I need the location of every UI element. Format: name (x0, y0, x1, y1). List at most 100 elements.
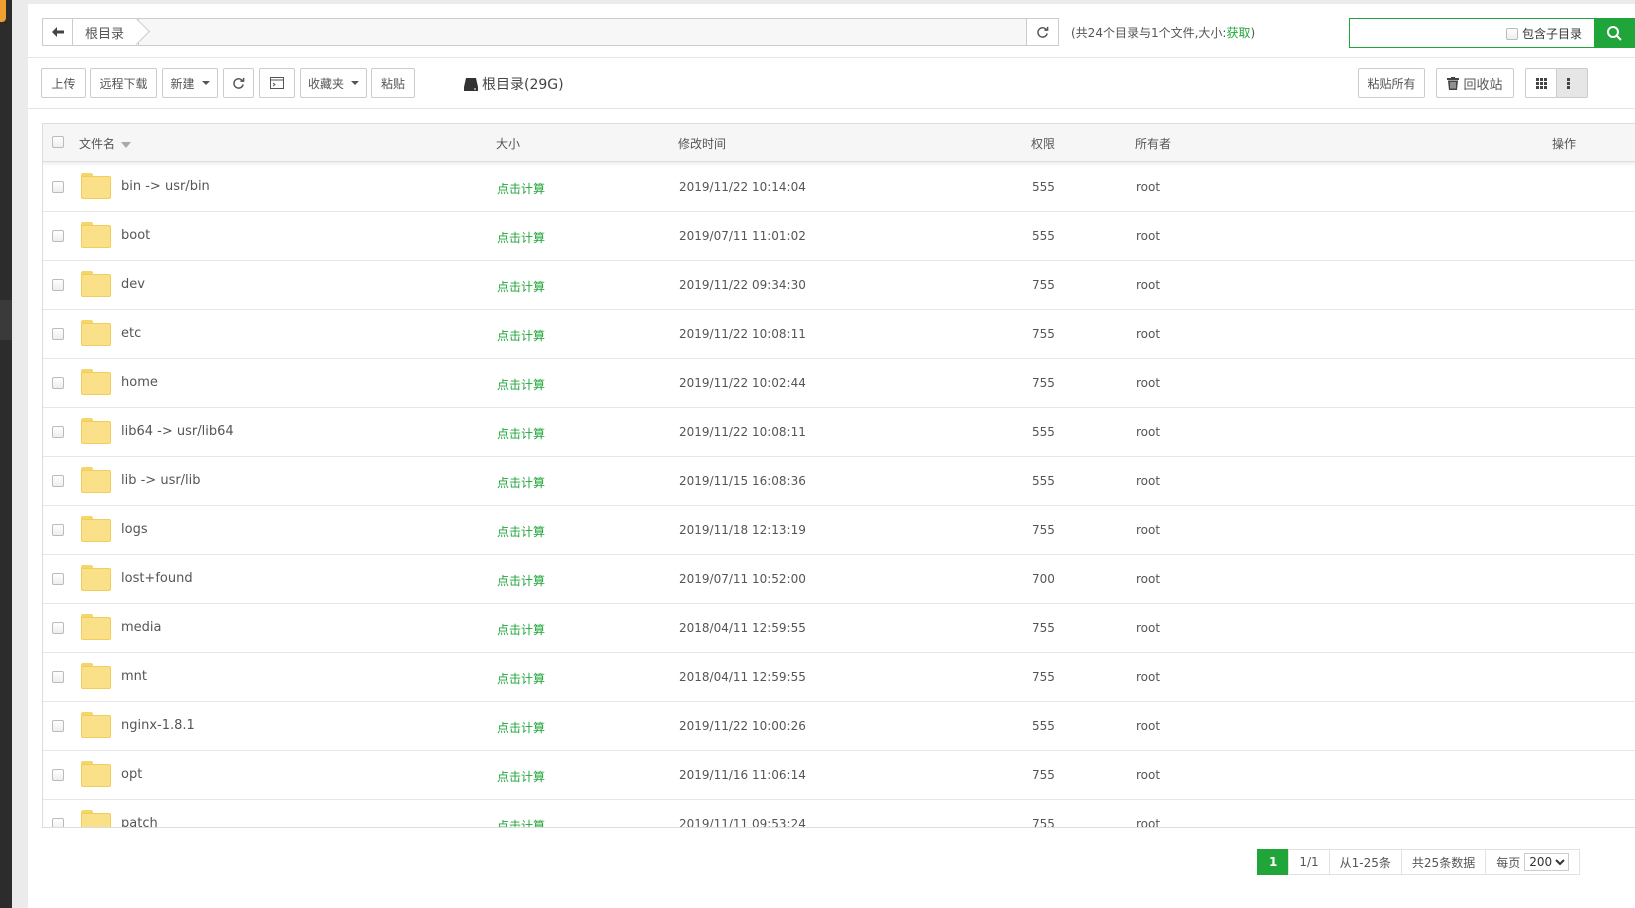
page-current-button[interactable]: 1 (1257, 849, 1290, 875)
calc-size-link[interactable]: 点击计算 (497, 572, 545, 589)
recycle-bin-button[interactable]: 回收站 (1436, 68, 1514, 98)
table-row[interactable]: dev 点击计算 2019/11/22 09:34:30 755 root (43, 261, 1635, 310)
calc-size-link[interactable]: 点击计算 (497, 621, 545, 638)
folder-icon[interactable] (81, 761, 111, 787)
folder-icon[interactable] (81, 418, 111, 444)
file-name[interactable]: dev (121, 277, 145, 292)
row-checkbox[interactable] (52, 720, 64, 732)
file-name[interactable]: logs (121, 522, 148, 537)
owner[interactable]: root (1136, 376, 1160, 390)
upload-button[interactable]: 上传 (41, 68, 86, 98)
row-checkbox[interactable] (52, 230, 64, 242)
table-row[interactable]: lost+found 点击计算 2019/07/11 10:52:00 700 root (43, 555, 1635, 604)
search-button[interactable] (1594, 18, 1634, 48)
owner[interactable]: root (1136, 670, 1160, 684)
folder-icon[interactable] (81, 467, 111, 493)
row-checkbox[interactable] (52, 818, 64, 827)
permission[interactable]: 755 (1032, 670, 1055, 684)
search-input[interactable] (1354, 22, 1504, 44)
owner[interactable]: root (1136, 768, 1160, 782)
folder-icon[interactable] (81, 712, 111, 738)
permission[interactable]: 555 (1032, 474, 1055, 488)
folder-icon[interactable] (81, 516, 111, 542)
permission[interactable]: 555 (1032, 229, 1055, 243)
row-checkbox[interactable] (52, 377, 64, 389)
grid-view-button[interactable] (1525, 68, 1557, 98)
folder-icon[interactable] (81, 173, 111, 199)
breadcrumb-root[interactable]: 根目录 (73, 19, 140, 45)
permission[interactable]: 755 (1032, 327, 1055, 341)
table-row[interactable]: patch 点击计算 2019/11/11 09:53:24 755 root (43, 800, 1635, 827)
calc-size-link[interactable]: 点击计算 (497, 768, 545, 785)
table-row[interactable]: lib64 -> usr/lib64 点击计算 2019/11/22 10:08:1… (43, 408, 1635, 457)
calc-size-link[interactable]: 点击计算 (497, 719, 545, 736)
refresh-button[interactable] (223, 68, 254, 98)
row-checkbox[interactable] (52, 622, 64, 634)
table-row[interactable]: opt 点击计算 2019/11/16 11:06:14 755 root (43, 751, 1635, 800)
folder-icon[interactable] (81, 271, 111, 297)
folder-icon[interactable] (81, 663, 111, 689)
table-row[interactable]: nginx-1.8.1 点击计算 2019/11/22 10:00:26 555 roo… (43, 702, 1635, 751)
table-row[interactable]: etc 点击计算 2019/11/22 10:08:11 755 root (43, 310, 1635, 359)
fetch-size-link[interactable]: 获取 (1226, 26, 1250, 40)
folder-icon[interactable] (81, 320, 111, 346)
row-checkbox[interactable] (52, 769, 64, 781)
table-row[interactable]: mnt 点击计算 2018/04/11 12:59:55 755 root (43, 653, 1635, 702)
table-row[interactable]: home 点击计算 2019/11/22 10:02:44 755 root (43, 359, 1635, 408)
row-checkbox[interactable] (52, 328, 64, 340)
calc-size-link[interactable]: 点击计算 (497, 278, 545, 295)
file-name[interactable]: lib -> usr/lib (121, 473, 201, 488)
permission[interactable]: 555 (1032, 180, 1055, 194)
favorites-dropdown-button[interactable]: 收藏夹 (300, 68, 367, 98)
owner[interactable]: root (1136, 719, 1160, 733)
permission[interactable]: 755 (1032, 768, 1055, 782)
file-name[interactable]: mnt (121, 669, 147, 684)
path-input-area[interactable] (139, 19, 1026, 45)
file-name[interactable]: lib64 -> usr/lib64 (121, 424, 234, 439)
table-row[interactable]: logs 点击计算 2019/11/18 12:13:19 755 root (43, 506, 1635, 555)
table-row[interactable]: media 点击计算 2018/04/11 12:59:55 755 root (43, 604, 1635, 653)
table-row[interactable]: boot 点击计算 2019/07/11 11:01:02 555 root (43, 212, 1635, 261)
per-page-select[interactable]: 200 (1524, 853, 1570, 871)
owner[interactable]: root (1136, 180, 1160, 194)
folder-icon[interactable] (81, 614, 111, 640)
owner[interactable]: root (1136, 474, 1160, 488)
path-refresh-button[interactable] (1026, 19, 1058, 45)
calc-size-link[interactable]: 点击计算 (497, 327, 545, 344)
row-checkbox[interactable] (52, 475, 64, 487)
calc-size-link[interactable]: 点击计算 (497, 180, 545, 197)
calc-size-link[interactable]: 点击计算 (497, 523, 545, 540)
file-name[interactable]: home (121, 375, 158, 390)
permission[interactable]: 555 (1032, 719, 1055, 733)
file-name[interactable]: lost+found (121, 571, 193, 586)
owner[interactable]: root (1136, 523, 1160, 537)
file-name[interactable]: patch (121, 816, 158, 827)
include-subdir-option[interactable]: 包含子目录 (1505, 25, 1582, 42)
calc-size-link[interactable]: 点击计算 (497, 229, 545, 246)
row-checkbox[interactable] (52, 524, 64, 536)
terminal-button[interactable] (259, 68, 295, 98)
column-header-perm[interactable]: 权限 (1031, 135, 1055, 152)
column-header-size[interactable]: 大小 (496, 135, 520, 152)
list-view-button[interactable] (1556, 68, 1588, 98)
folder-icon[interactable] (81, 565, 111, 591)
row-checkbox[interactable] (52, 181, 64, 193)
folder-icon[interactable] (81, 810, 111, 827)
calc-size-link[interactable]: 点击计算 (497, 376, 545, 393)
permission[interactable]: 555 (1032, 425, 1055, 439)
back-button[interactable] (43, 19, 73, 45)
file-name[interactable]: opt (121, 767, 142, 782)
folder-icon[interactable] (81, 222, 111, 248)
permission[interactable]: 755 (1032, 523, 1055, 537)
permission[interactable]: 700 (1032, 572, 1055, 586)
row-checkbox[interactable] (52, 279, 64, 291)
paste-all-button[interactable]: 粘贴所有 (1358, 68, 1425, 98)
column-header-owner[interactable]: 所有者 (1135, 135, 1171, 152)
include-subdir-checkbox[interactable] (1505, 27, 1518, 40)
calc-size-link[interactable]: 点击计算 (497, 817, 545, 827)
file-name[interactable]: etc (121, 326, 141, 341)
calc-size-link[interactable]: 点击计算 (497, 474, 545, 491)
paste-button[interactable]: 粘贴 (371, 68, 415, 98)
table-row[interactable]: lib -> usr/lib 点击计算 2019/11/15 16:08:36 555… (43, 457, 1635, 506)
select-all-checkbox[interactable] (52, 136, 64, 148)
